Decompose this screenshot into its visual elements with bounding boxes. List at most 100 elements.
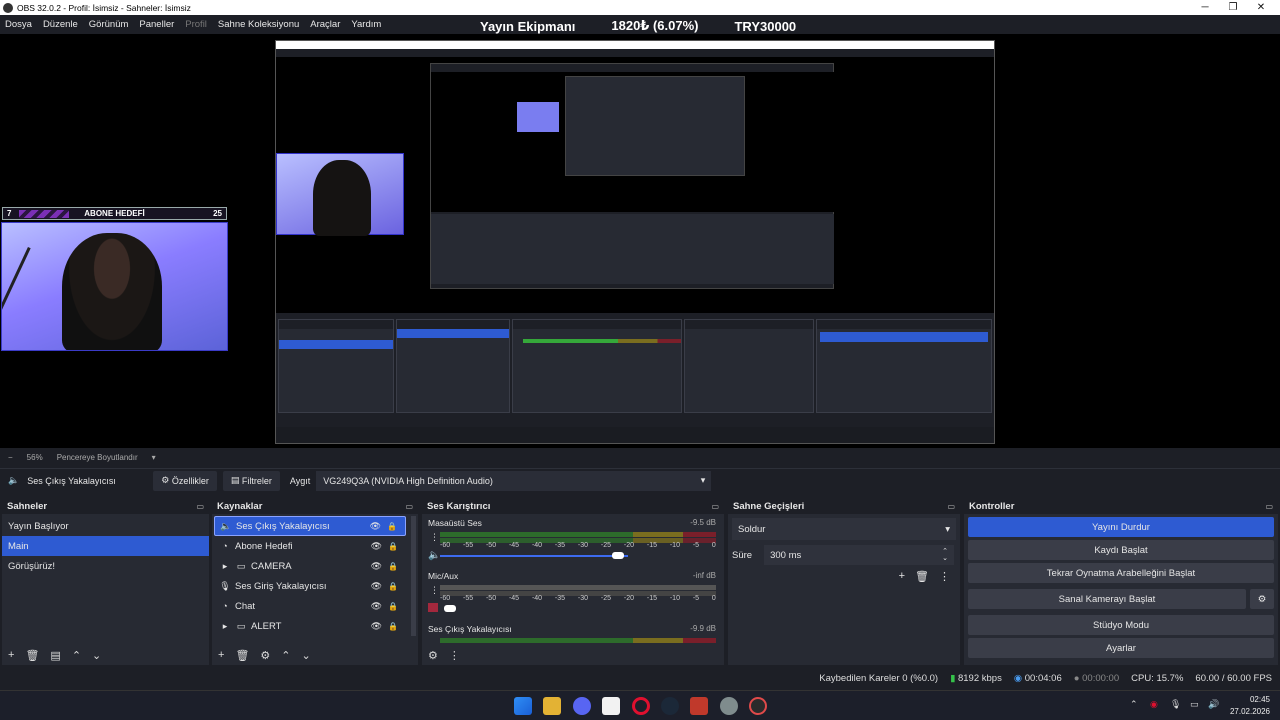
visibility-eye-icon[interactable]: 👁	[371, 601, 382, 612]
visibility-eye-icon[interactable]: 👁	[371, 561, 382, 572]
move-up-icon[interactable]: ⌃	[72, 649, 81, 662]
visibility-eye-icon[interactable]: 👁	[371, 581, 382, 592]
spin-arrows-icon[interactable]: ⌃ ⌄	[942, 548, 948, 562]
volume-slider[interactable]	[440, 555, 628, 557]
menu-view[interactable]: Görünüm	[89, 19, 129, 30]
menu-help[interactable]: Yardım	[351, 19, 381, 30]
scene-filters-icon[interactable]: ▤	[50, 649, 60, 662]
store-icon[interactable]	[602, 697, 620, 715]
zoom-out-icon[interactable]: −	[8, 453, 13, 462]
start-virtual-camera-button[interactable]: Sanal Kamerayı Başlat	[968, 589, 1246, 609]
add-source-icon[interactable]: +	[218, 649, 224, 661]
move-up-icon[interactable]: ⌃	[281, 649, 290, 662]
add-transition-icon[interactable]: +	[899, 570, 905, 583]
tray-app-icon[interactable]: ◉	[1150, 699, 1158, 710]
webcam-source	[1, 222, 228, 351]
scene-item[interactable]: Görüşürüz!	[2, 556, 209, 576]
app-icon[interactable]	[690, 697, 708, 715]
menu-docks[interactable]: Paneller	[139, 19, 174, 30]
expand-arrow-icon[interactable]: ▸	[219, 561, 231, 572]
source-item-selected[interactable]: 🔈 Ses Çıkış Yakalayıcısı 👁 🔒	[214, 516, 406, 536]
mixer-channel: Masaüstü Ses -9.5 dB -60 -55 -50 -45 -40 -35-…	[428, 518, 716, 561]
lock-icon[interactable]: 🔒	[388, 542, 398, 551]
visibility-eye-icon[interactable]: 👁	[371, 541, 382, 552]
mixer-menu-icon[interactable]: ⋮	[449, 649, 460, 662]
device-select[interactable]: VG249Q3A (NVIDIA High Definition Audio) …	[316, 470, 712, 491]
duration-spinbox[interactable]: 300 ms ⌃ ⌄	[764, 545, 954, 565]
tray-mic-icon[interactable]: 🎙	[1170, 699, 1181, 710]
lock-icon[interactable]: 🔒	[388, 602, 398, 611]
mute-speaker-icon[interactable]: 🔈	[428, 550, 440, 561]
source-item[interactable]: ▸ ▭ ALERT 👁 🔒	[214, 616, 406, 636]
minimize-button[interactable]: ─	[1190, 0, 1220, 15]
preview-canvas[interactable]: 7 ABONE HEDEFİ 25	[0, 34, 1280, 448]
obs-taskbar-icon[interactable]	[749, 697, 767, 715]
start-replay-buffer-button[interactable]: Tekrar Oynatma Arabelleğini Başlat	[968, 563, 1274, 583]
dock-undock-icon[interactable]: ▭	[405, 502, 413, 511]
source-properties-gear-icon[interactable]: ⚙	[260, 649, 270, 662]
lock-icon[interactable]: 🔒	[388, 622, 398, 631]
dock-undock-icon[interactable]: ▭	[1265, 502, 1273, 511]
tray-clock[interactable]: 02:45 27.02.2026	[1230, 694, 1270, 718]
settings-button[interactable]: Ayarlar	[968, 638, 1274, 658]
lock-icon[interactable]: 🔒	[388, 562, 398, 571]
advanced-audio-icon[interactable]: ⚙	[428, 649, 438, 662]
lock-icon[interactable]: 🔒	[387, 522, 397, 531]
volume-slider-knob[interactable]	[444, 605, 456, 612]
steam-icon[interactable]	[661, 697, 679, 715]
source-item[interactable]: ◔ Abone Hedefi 👁 🔒	[214, 536, 406, 556]
dock-undock-icon[interactable]: ▭	[196, 502, 204, 511]
add-scene-icon[interactable]: +	[8, 649, 14, 661]
menu-scene-collection[interactable]: Sahne Koleksiyonu	[218, 19, 299, 30]
volume-slider-knob[interactable]	[612, 552, 624, 559]
filters-button[interactable]: ▤ Filtreler	[222, 470, 280, 491]
remove-source-icon[interactable]: 🗑	[235, 649, 249, 662]
scene-item-selected[interactable]: Main	[2, 536, 209, 556]
meter-scale: -60 -55 -50 -45 -40 -35 -30 -25 -20 -15 -10 -5 0	[440, 595, 716, 602]
close-button[interactable]: ✕	[1246, 0, 1276, 15]
menu-tools[interactable]: Araçlar	[310, 19, 340, 30]
move-down-icon[interactable]: ⌄	[92, 649, 101, 662]
start-menu-icon[interactable]	[514, 697, 532, 715]
studio-mode-button[interactable]: Stüdyo Modu	[968, 615, 1274, 635]
source-item[interactable]: 🎙 Ses Giriş Yakalayıcısı 👁 🔒	[214, 576, 406, 596]
tray-chevron-icon[interactable]: ⌃	[1130, 699, 1138, 710]
properties-button[interactable]: ⚙ Özellikler	[153, 470, 217, 491]
menu-edit[interactable]: Düzenle	[43, 19, 78, 30]
discord-icon[interactable]	[573, 697, 591, 715]
scene-item[interactable]: Yayın Başlıyor	[2, 516, 209, 536]
channel-menu-icon[interactable]: ⋮	[430, 585, 439, 596]
start-recording-button[interactable]: Kaydı Başlat	[968, 540, 1274, 560]
opera-gx-icon[interactable]	[632, 697, 650, 715]
signal-bars-icon: ▮	[950, 672, 956, 684]
file-explorer-icon[interactable]	[543, 697, 561, 715]
app-icon[interactable]	[720, 697, 738, 715]
menu-file[interactable]: Dosya	[5, 19, 32, 30]
expand-arrow-icon[interactable]: ▸	[219, 621, 231, 632]
menu-profile[interactable]: Profil	[185, 19, 207, 30]
zoom-value[interactable]: 56%	[27, 453, 43, 462]
source-item[interactable]: ▸ ▭ CAMERA 👁 🔒	[214, 556, 406, 576]
maximize-button[interactable]: ❐	[1218, 0, 1248, 15]
visibility-eye-icon[interactable]: 👁	[370, 521, 381, 532]
transition-menu-icon[interactable]: ⋮	[939, 570, 950, 583]
source-item[interactable]: ◔ Chat 👁 🔒	[214, 596, 406, 616]
transition-select[interactable]: Soldur ▾	[732, 518, 956, 540]
tray-volume-icon[interactable]: 🔊	[1208, 699, 1219, 710]
tray-network-icon[interactable]: ▭	[1190, 699, 1199, 710]
dock-undock-icon[interactable]: ▭	[947, 502, 955, 511]
channel-menu-icon[interactable]: ⋮	[430, 532, 439, 543]
zoom-mode[interactable]: Pencereye Boyutlandır	[57, 453, 138, 462]
dock-undock-icon[interactable]: ▭	[711, 502, 719, 511]
remove-transition-icon[interactable]: 🗑	[915, 570, 929, 583]
lock-icon[interactable]: 🔒	[388, 582, 398, 591]
remove-scene-icon[interactable]: 🗑	[25, 649, 39, 662]
move-down-icon[interactable]: ⌄	[302, 649, 311, 662]
stop-streaming-button[interactable]: Yayını Durdur	[968, 517, 1274, 537]
muted-speaker-icon[interactable]	[428, 603, 438, 612]
zoom-dropdown-icon[interactable]: ▾	[152, 453, 156, 462]
sources-scrollbar[interactable]	[411, 516, 416, 636]
virtual-camera-settings-gear-icon[interactable]: ⚙	[1250, 589, 1274, 609]
nested-taskbar	[276, 427, 994, 443]
visibility-eye-icon[interactable]: 👁	[371, 621, 382, 632]
